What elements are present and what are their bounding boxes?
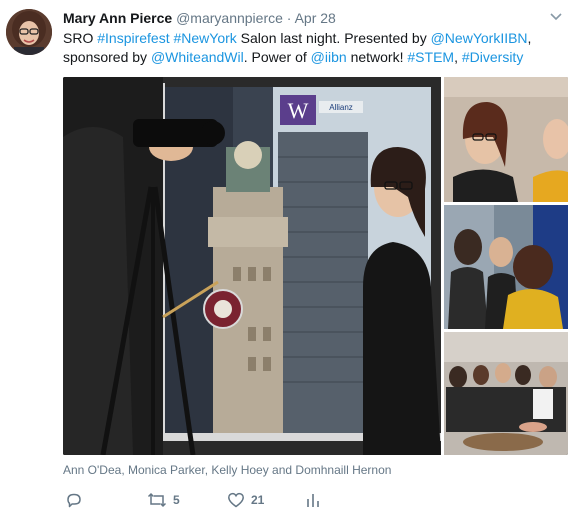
author-handle[interactable]: @maryannpierce	[176, 10, 283, 26]
like-button[interactable]: 21	[227, 490, 264, 510]
hashtag-link[interactable]: #Inspirefest	[97, 30, 169, 46]
hashtag-link[interactable]: #NewYork	[174, 30, 237, 46]
building-sign-right: Allianz	[329, 103, 353, 112]
tweet-card[interactable]: Mary Ann Pierce @maryannpierce · Apr 28 …	[0, 0, 569, 515]
mention-link[interactable]: @NewYorkIIBN	[431, 30, 528, 46]
avatar[interactable]	[6, 9, 52, 55]
author-name[interactable]: Mary Ann Pierce	[63, 10, 172, 26]
tweet-header: Mary Ann Pierce @maryannpierce · Apr 28	[63, 9, 336, 27]
building-sign: W	[288, 98, 309, 123]
media-caption: Ann O'Dea, Monica Parker, Kelly Hoey and…	[63, 463, 392, 477]
thumbnail-top-right	[444, 77, 568, 202]
reply-icon	[65, 491, 83, 509]
hashtag-link[interactable]: #STEM	[407, 49, 454, 65]
like-icon	[227, 491, 245, 509]
tweet-text-segment: network!	[346, 49, 408, 65]
chevron-down-icon[interactable]	[548, 8, 564, 24]
mention-link[interactable]: @WhiteandWil	[151, 49, 244, 65]
retweet-button[interactable]: 5	[147, 490, 180, 510]
tweet-text-segment: ,	[454, 49, 462, 65]
thumbnail-middle-right	[444, 205, 568, 329]
hashtag-link[interactable]: #Diversity	[462, 49, 523, 65]
tweet-actions: 5 21	[63, 490, 563, 510]
main-photo: W Allianz	[63, 77, 441, 455]
analytics-icon	[305, 491, 321, 509]
separator: ·	[286, 10, 292, 26]
tweet-text-segment: . Power of	[243, 49, 311, 65]
tweet-date[interactable]: Apr 28	[295, 10, 336, 26]
retweet-count: 5	[173, 493, 180, 507]
tweet-media[interactable]: W Allianz	[63, 77, 568, 455]
thumbnail-bottom-right	[444, 332, 568, 455]
mention-link[interactable]: @iibn	[311, 49, 347, 65]
tweet-text-segment: Salon last night. Presented by	[236, 30, 431, 46]
like-count: 21	[251, 493, 265, 507]
retweet-icon	[147, 491, 167, 509]
analytics-button[interactable]	[305, 490, 321, 510]
tweet-text: SRO #Inspirefest #NewYork Salon last nig…	[63, 29, 563, 67]
tweet-text-segment: SRO	[63, 30, 98, 46]
reply-button[interactable]	[65, 490, 89, 510]
